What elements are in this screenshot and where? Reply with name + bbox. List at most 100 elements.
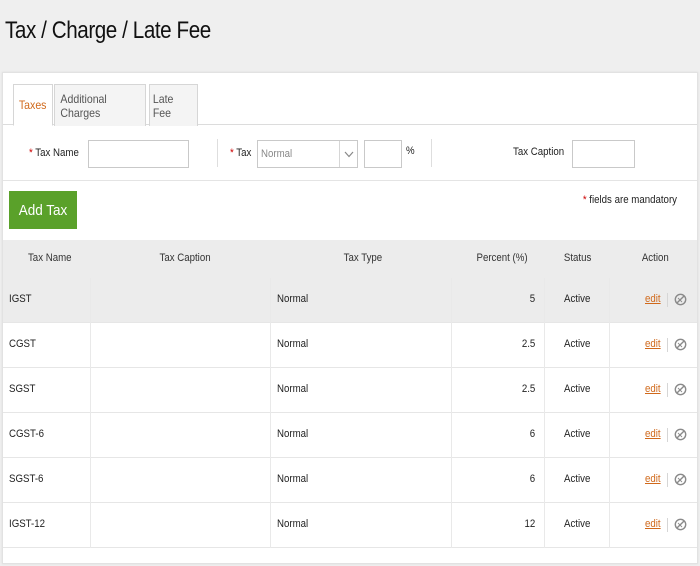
table-row: SGST Normal 2.5 Active edit (3, 368, 697, 413)
cell-divider (544, 278, 545, 323)
delete-icon[interactable] (674, 338, 687, 351)
cell-divider (544, 503, 545, 548)
tax-label: * Tax (230, 147, 252, 159)
tab-additional-charges[interactable]: Additional Charges (54, 84, 146, 126)
cell-divider (270, 413, 271, 458)
status-cell: Active (564, 293, 591, 305)
tax-name-input[interactable] (88, 140, 189, 168)
cell-divider (90, 413, 91, 458)
cell-divider (90, 503, 91, 548)
tax-form: * Tax Name * Tax Normal % Tax Caption (3, 126, 697, 181)
delete-icon[interactable] (674, 473, 687, 486)
cell-divider (270, 368, 271, 413)
cell-divider (609, 503, 610, 548)
table-header: Tax Name Tax Caption Tax Type Percent (%… (3, 240, 697, 278)
table-row: IGST-12 Normal 12 Active edit (3, 503, 697, 548)
chevron-down-icon (339, 141, 357, 167)
cell-divider (270, 503, 271, 548)
col-tax-name: Tax Name (27, 252, 72, 264)
action-divider (667, 518, 668, 532)
delete-icon[interactable] (674, 293, 687, 306)
cell-divider (270, 278, 271, 323)
form-divider (431, 139, 432, 167)
tab-taxes[interactable]: Taxes (13, 84, 53, 126)
tax-name-cell: CGST-6 (9, 428, 44, 440)
cell-divider (451, 368, 452, 413)
status-cell: Active (564, 518, 591, 530)
status-cell: Active (564, 428, 591, 440)
table-row: IGST Normal 5 Active edit (3, 278, 697, 323)
percent-cell: 2.5 (521, 338, 535, 350)
tax-name-cell: IGST-12 (9, 518, 46, 530)
table-row: SGST-6 Normal 6 Active edit (3, 458, 697, 503)
cell-divider (451, 413, 452, 458)
percent-input[interactable] (364, 140, 402, 168)
form-divider (217, 139, 218, 167)
cell-divider (544, 413, 545, 458)
cell-divider (609, 323, 610, 368)
cell-divider (609, 458, 610, 503)
cell-divider (270, 323, 271, 368)
tab-late-fee[interactable]: Late Fee (149, 84, 198, 126)
action-divider (667, 338, 668, 352)
cell-divider (90, 368, 91, 413)
percent-symbol: % (406, 145, 415, 157)
table-row: CGST-6 Normal 6 Active edit (3, 413, 697, 458)
tax-name-label: * Tax Name (29, 147, 79, 159)
action-divider (667, 428, 668, 442)
delete-icon[interactable] (674, 518, 687, 531)
delete-icon[interactable] (674, 428, 687, 441)
tax-type-select[interactable]: Normal (257, 140, 358, 168)
cell-divider (544, 323, 545, 368)
tax-type-cell: Normal (277, 473, 309, 485)
edit-link[interactable]: edit (645, 428, 661, 440)
col-tax-caption: Tax Caption (159, 252, 211, 264)
edit-link[interactable]: edit (645, 383, 661, 395)
col-action: Action (641, 252, 669, 264)
cell-divider (451, 503, 452, 548)
status-cell: Active (564, 473, 591, 485)
tax-name-cell: SGST (9, 383, 36, 395)
add-tax-button[interactable]: Add Tax (9, 191, 77, 229)
tax-name-cell: IGST (9, 293, 32, 305)
action-divider (667, 383, 668, 397)
cell-divider (90, 278, 91, 323)
percent-cell: 12 (524, 518, 535, 530)
edit-link[interactable]: edit (645, 338, 661, 350)
tax-type-cell: Normal (277, 383, 309, 395)
mandatory-note: * fields are mandatory (582, 194, 677, 206)
tax-type-value: Normal (261, 148, 293, 160)
tax-caption-label: Tax Caption (513, 146, 565, 158)
delete-icon[interactable] (674, 383, 687, 396)
cell-divider (270, 458, 271, 503)
tax-type-cell: Normal (277, 338, 309, 350)
cell-divider (609, 413, 610, 458)
edit-link[interactable]: edit (645, 473, 661, 485)
tax-type-cell: Normal (277, 428, 309, 440)
col-percent: Percent (%) (476, 252, 528, 264)
cell-divider (90, 323, 91, 368)
status-cell: Active (564, 383, 591, 395)
tax-type-cell: Normal (277, 518, 309, 530)
cell-divider (451, 458, 452, 503)
percent-cell: 6 (529, 473, 535, 485)
action-divider (667, 293, 668, 307)
tab-bar: Taxes Additional Charges Late Fee (3, 73, 697, 126)
tax-name-cell: SGST-6 (9, 473, 44, 485)
cell-divider (609, 278, 610, 323)
tax-name-cell: CGST (9, 338, 36, 350)
percent-cell: 5 (529, 293, 535, 305)
tax-caption-input[interactable] (572, 140, 635, 168)
status-cell: Active (564, 338, 591, 350)
percent-cell: 6 (529, 428, 535, 440)
cell-divider (544, 458, 545, 503)
edit-link[interactable]: edit (645, 518, 661, 530)
col-tax-type: Tax Type (343, 252, 383, 264)
action-divider (667, 473, 668, 487)
cell-divider (544, 368, 545, 413)
table-row: CGST Normal 2.5 Active edit (3, 323, 697, 368)
cell-divider (609, 368, 610, 413)
cell-divider (90, 458, 91, 503)
cell-divider (451, 278, 452, 323)
edit-link[interactable]: edit (645, 293, 661, 305)
